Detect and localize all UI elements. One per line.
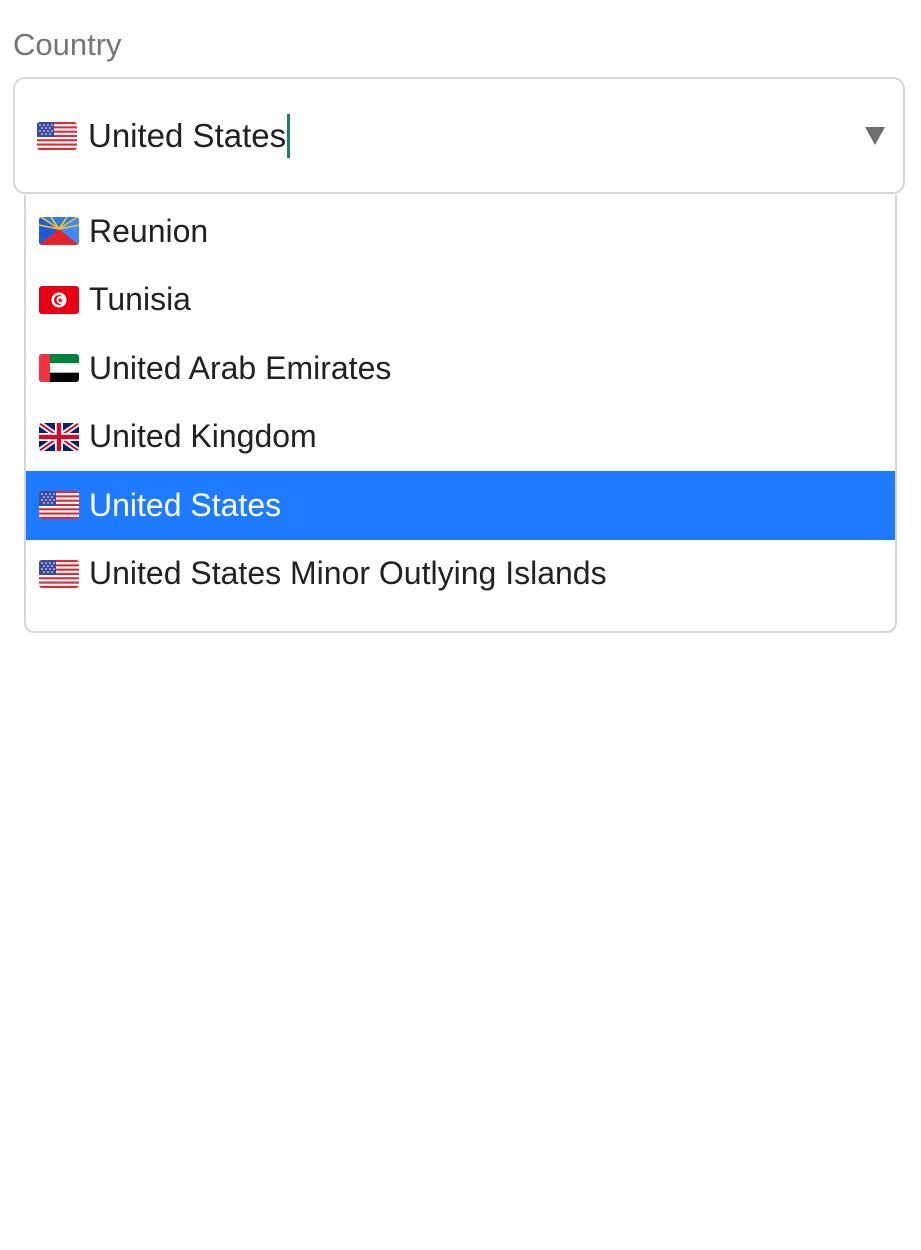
us-flag-icon [37,122,77,150]
reunion-flag-icon [39,217,79,245]
uae-flag-icon [39,354,79,382]
country-select-value[interactable]: United States [37,113,865,158]
option-label: United States [89,486,282,523]
option-label: United Arab Emirates [89,349,392,386]
country-option-us-minor-outlying-islands[interactable]: United States Minor Outlying Islands [26,540,895,609]
triangle-down-icon[interactable] [865,126,885,145]
tunisia-flag-icon [39,286,79,314]
country-field-label: Country [13,27,122,62]
country-dropdown-list: Reunion Tunisia United Arab Emirates Uni… [24,195,897,633]
page: Country United States Reunion Tunisia Un… [0,0,921,1250]
country-option-reunion[interactable]: Reunion [26,197,895,266]
option-label: Reunion [89,212,209,249]
country-option-tunisia[interactable]: Tunisia [26,266,895,335]
country-option-united-states[interactable]: United States [26,471,895,540]
option-label: Tunisia [89,281,191,318]
option-label: United States Minor Outlying Islands [89,555,607,592]
country-select[interactable]: United States [13,77,905,194]
country-input-text[interactable]: United States [88,117,286,155]
option-label: United Kingdom [89,418,317,455]
us-flag-icon [39,491,79,519]
uk-flag-icon [39,423,79,451]
country-option-united-arab-emirates[interactable]: United Arab Emirates [26,334,895,403]
country-option-united-kingdom[interactable]: United Kingdom [26,403,895,472]
text-cursor [287,113,291,158]
us-flag-icon [39,560,79,588]
